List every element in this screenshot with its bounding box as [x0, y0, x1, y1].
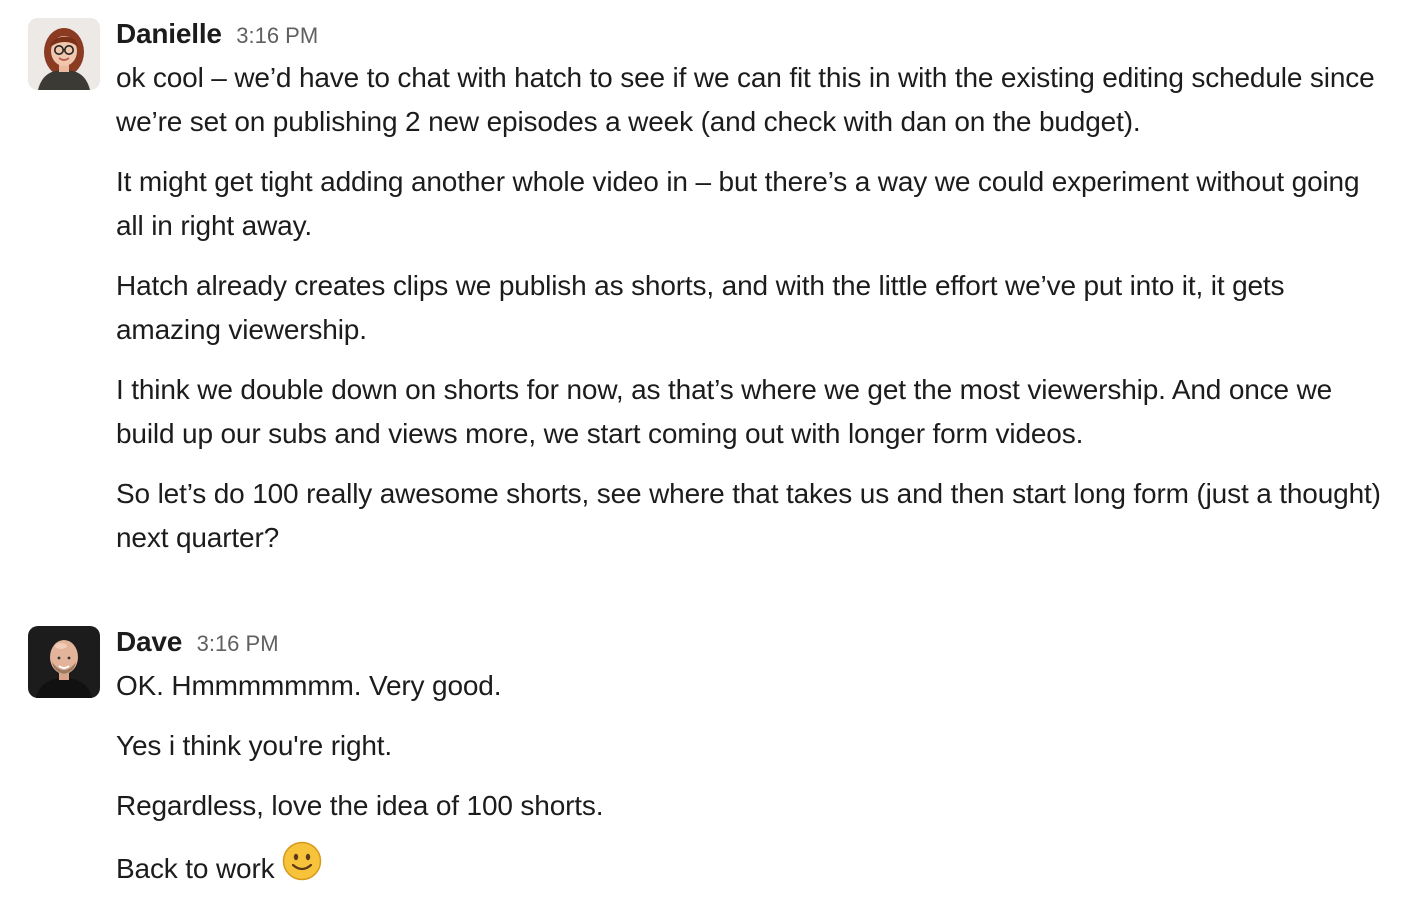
message: Danielle 3:16 PM ok cool – we’d have to …	[28, 16, 1390, 576]
message-paragraph: Regardless, love the idea of 100 shorts.	[116, 790, 604, 821]
message-paragraph: OK. Hmmmmmmm. Very good.	[116, 670, 502, 701]
author-name[interactable]: Danielle	[116, 18, 222, 49]
message-paragraph: Hatch already creates clips we publish a…	[116, 270, 1285, 345]
message-timestamp[interactable]: 3:16 PM	[197, 631, 279, 656]
message: Dave 3:16 PM OK. Hmmmmmmm. Very good. Ye…	[28, 624, 1390, 913]
message-header: Danielle 3:16 PM	[116, 16, 1390, 52]
message-paragraph: It might get tight adding another whole …	[116, 166, 1360, 241]
message-header: Dave 3:16 PM	[116, 624, 1390, 660]
message-timestamp[interactable]: 3:16 PM	[236, 23, 318, 48]
message-content: Danielle 3:16 PM ok cool – we’d have to …	[116, 16, 1390, 560]
message-text: Back to work	[116, 852, 275, 884]
message-paragraph: So let’s do 100 really awesome shorts, s…	[116, 478, 1381, 553]
author-name[interactable]: Dave	[116, 626, 182, 657]
message-paragraph: Back to work	[116, 841, 1390, 897]
avatar-danielle-image	[28, 18, 100, 90]
message-paragraph: I think we double down on shorts for now…	[116, 374, 1333, 449]
message-content: Dave 3:16 PM OK. Hmmmmmmm. Very good. Ye…	[116, 624, 1390, 897]
message-paragraph: ok cool – we’d have to chat with hatch t…	[116, 62, 1375, 137]
avatar[interactable]	[28, 18, 100, 90]
avatar[interactable]	[28, 626, 100, 698]
message-paragraph: Yes i think you're right.	[116, 730, 393, 761]
slightly-smiling-face-icon[interactable]	[282, 841, 322, 894]
avatar-dave-image	[28, 626, 100, 698]
